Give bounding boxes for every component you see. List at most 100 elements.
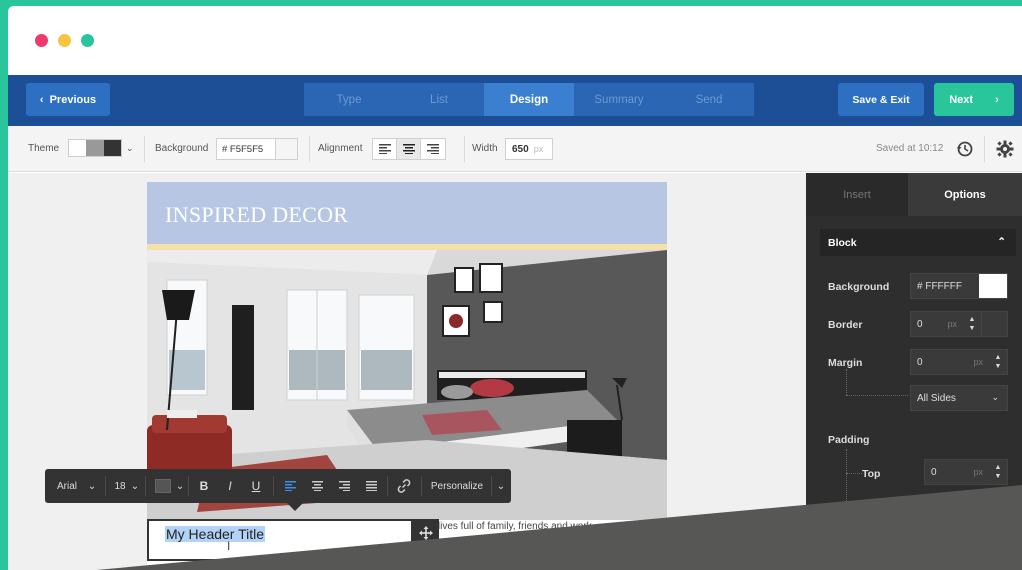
- block-section-header[interactable]: Block ⌃: [820, 229, 1016, 256]
- margin-input[interactable]: 0 px ▲ ▼: [910, 349, 1008, 375]
- chevron-down-icon[interactable]: ⌄: [85, 469, 99, 503]
- width-label: Width: [472, 143, 498, 154]
- maximize-window-button[interactable]: [81, 34, 94, 47]
- chevron-down-icon[interactable]: ⌄: [126, 143, 134, 154]
- history-icon[interactable]: [956, 140, 974, 158]
- personalize-label: Personalize: [430, 480, 484, 492]
- step-design[interactable]: Design: [484, 83, 575, 116]
- window-titlebar: [8, 6, 1022, 75]
- theme-label: Theme: [28, 143, 60, 154]
- font-size-select[interactable]: 18: [111, 469, 129, 503]
- align-center-button[interactable]: [304, 469, 330, 503]
- font-family-select[interactable]: Arial: [51, 469, 83, 503]
- align-left-button[interactable]: [277, 469, 303, 503]
- underline-label: U: [251, 479, 261, 493]
- alignment-group: [372, 138, 446, 160]
- chevron-up-icon[interactable]: ⌃: [997, 236, 1006, 248]
- header-title-text: My Header Title: [165, 526, 266, 542]
- bold-button[interactable]: B: [191, 469, 217, 503]
- margin-value: 0: [917, 356, 923, 368]
- margin-unit: px: [973, 357, 983, 367]
- body-text[interactable]: busy lives full of family, friends and w…: [414, 520, 592, 534]
- move-icon: [419, 526, 433, 540]
- background-color-value: # F5F5F5: [222, 143, 264, 155]
- insert-link-button[interactable]: [391, 469, 417, 503]
- italic-button[interactable]: I: [217, 469, 243, 503]
- step-send[interactable]: Send: [664, 83, 755, 116]
- chevron-down-icon: ⌄: [991, 392, 999, 402]
- move-handle[interactable]: [413, 519, 439, 547]
- alignment-label: Alignment: [318, 143, 363, 154]
- block-background-input[interactable]: # FFFFFF: [910, 273, 1008, 299]
- border-value: 0: [917, 318, 923, 330]
- next-label: Next: [949, 93, 974, 106]
- italic-label: I: [228, 479, 232, 493]
- chevron-down-icon[interactable]: ⌄: [493, 469, 509, 503]
- font-size-value: 18: [114, 480, 126, 492]
- align-right-button[interactable]: [421, 139, 445, 159]
- align-justify-icon: [365, 481, 377, 491]
- tab-options[interactable]: Options: [908, 173, 1022, 216]
- previous-button[interactable]: ‹ Previous: [26, 83, 110, 116]
- block-background-label: Background: [828, 281, 890, 293]
- width-input[interactable]: 650 px: [505, 138, 553, 160]
- block-background-swatch[interactable]: [979, 274, 1007, 298]
- border-input[interactable]: 0 px ▲ ▼: [910, 311, 982, 337]
- personalize-select[interactable]: Personalize: [423, 469, 491, 503]
- step-type[interactable]: Type: [304, 83, 395, 116]
- toolbar-pointer: [287, 503, 303, 511]
- email-canvas: INSPIRED DECOR busy lives full of family…: [8, 173, 806, 570]
- padding-top-unit: px: [973, 467, 983, 477]
- width-unit: px: [533, 144, 544, 154]
- tab-label: Options: [944, 188, 986, 201]
- chevron-down-icon[interactable]: ⌄: [129, 469, 141, 503]
- saved-status: Saved at 10:12: [876, 143, 944, 154]
- margin-stepper[interactable]: ▲ ▼: [989, 350, 1007, 374]
- next-button[interactable]: Next ›: [934, 83, 1014, 116]
- text-format-toolbar: Arial ⌄ 18 ⌄ ⌄ B I U Personalize ⌄: [45, 469, 511, 511]
- margin-sides-value: All Sides: [917, 392, 956, 404]
- email-preview: INSPIRED DECOR busy lives full of family…: [147, 182, 667, 570]
- text-color-picker[interactable]: [149, 469, 177, 503]
- theme-swatch[interactable]: [68, 139, 122, 157]
- align-center-icon: [311, 481, 323, 491]
- padding-top-value: 0: [931, 466, 937, 478]
- step-label: Summary: [594, 93, 644, 106]
- link-icon: [397, 479, 411, 493]
- align-left-button[interactable]: [373, 139, 397, 159]
- border-stepper[interactable]: ▲ ▼: [963, 312, 981, 336]
- tab-insert[interactable]: Insert: [806, 173, 908, 216]
- align-right-button[interactable]: [331, 469, 357, 503]
- chevron-down-icon[interactable]: ⌄: [175, 469, 185, 503]
- align-justify-button[interactable]: [358, 469, 384, 503]
- underline-button[interactable]: U: [243, 469, 269, 503]
- padding-top-stepper[interactable]: ▲ ▼: [989, 460, 1007, 484]
- background-color-swatch[interactable]: [275, 139, 297, 159]
- email-header-block[interactable]: INSPIRED DECOR: [147, 182, 667, 244]
- header-title-input[interactable]: My Header Title I: [147, 519, 413, 561]
- align-center-button[interactable]: [397, 139, 421, 159]
- chevron-right-icon: ›: [995, 93, 999, 106]
- align-left-icon: [284, 481, 296, 491]
- save-exit-button[interactable]: Save & Exit: [838, 83, 924, 116]
- margin-label: Margin: [828, 357, 863, 369]
- top-navigation: ‹ Previous Type List Design Summary Send…: [8, 75, 1022, 126]
- gear-icon[interactable]: [996, 140, 1014, 158]
- chevron-left-icon: ‹: [39, 93, 44, 106]
- step-label: Type: [336, 93, 362, 106]
- tab-label: Insert: [843, 188, 871, 201]
- wizard-steps: Type List Design Summary Send: [304, 83, 755, 116]
- panel-tabs: Insert Options: [806, 173, 1022, 216]
- step-label: Send: [695, 93, 723, 106]
- width-value: 650: [512, 143, 529, 155]
- minimize-window-button[interactable]: [58, 34, 71, 47]
- step-summary[interactable]: Summary: [574, 83, 665, 116]
- border-color-box[interactable]: [982, 311, 1008, 337]
- step-list[interactable]: List: [394, 83, 485, 116]
- brand-title: INSPIRED DECOR: [165, 202, 349, 227]
- padding-top-input[interactable]: 0 px ▲ ▼: [924, 459, 1008, 485]
- close-window-button[interactable]: [35, 34, 48, 47]
- background-label: Background: [155, 143, 209, 154]
- margin-sides-select[interactable]: All Sides ⌄: [910, 385, 1008, 411]
- background-color-input[interactable]: # F5F5F5: [216, 138, 298, 160]
